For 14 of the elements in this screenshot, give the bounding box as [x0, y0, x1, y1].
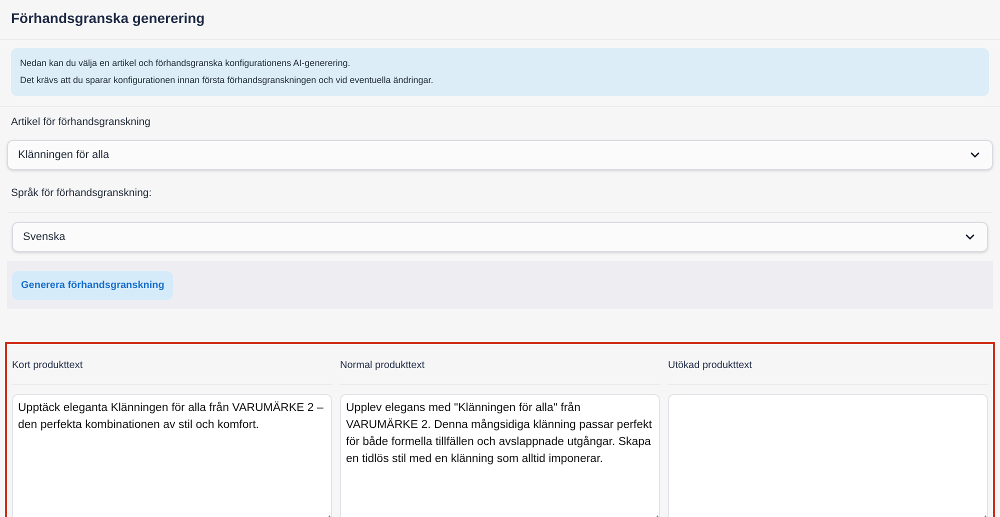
section-title: Förhandsgranska generering: [11, 9, 206, 28]
output-label: Normal produkttext: [340, 360, 424, 371]
output-label: Kort produkttext: [12, 360, 83, 371]
output-text-area[interactable]: Upplev elegans med "Klänningen för alla" från VARUMÄRKE 2. Denna mångsidiga klänning passar perfekt för både formella tillfällen och avslappnade utgångar. Skapa en tidlös stil med en klänning som alltid imponerar.: [340, 394, 660, 517]
output-label: Utökad produkttext: [668, 360, 752, 371]
info-text: Nedan kan du välja en artikel och förhandsgranska konfigurationens AI-generering.: [20, 57, 352, 70]
select-field[interactable]: Klänningen för alla: [7, 140, 993, 170]
output-text-area[interactable]: [668, 394, 988, 517]
output-text-area[interactable]: Upptäck eleganta Klänningen för alla från VARUMÄRKE 2 – den perfekta kombinationen av stil och komfort.: [12, 394, 332, 517]
field-label: Artikel för förhandsgranskning: [10, 115, 152, 130]
info-text: Det krävs att du sparar konfigurationen innan första förhandsgranskningen och vid eventuella ändringar.: [20, 74, 434, 87]
field-label: Språk för förhandsgranskning:: [11, 186, 152, 199]
select-field[interactable]: Svenska: [12, 222, 988, 252]
generate-button[interactable]: Generera förhandsgranskning: [12, 270, 174, 300]
